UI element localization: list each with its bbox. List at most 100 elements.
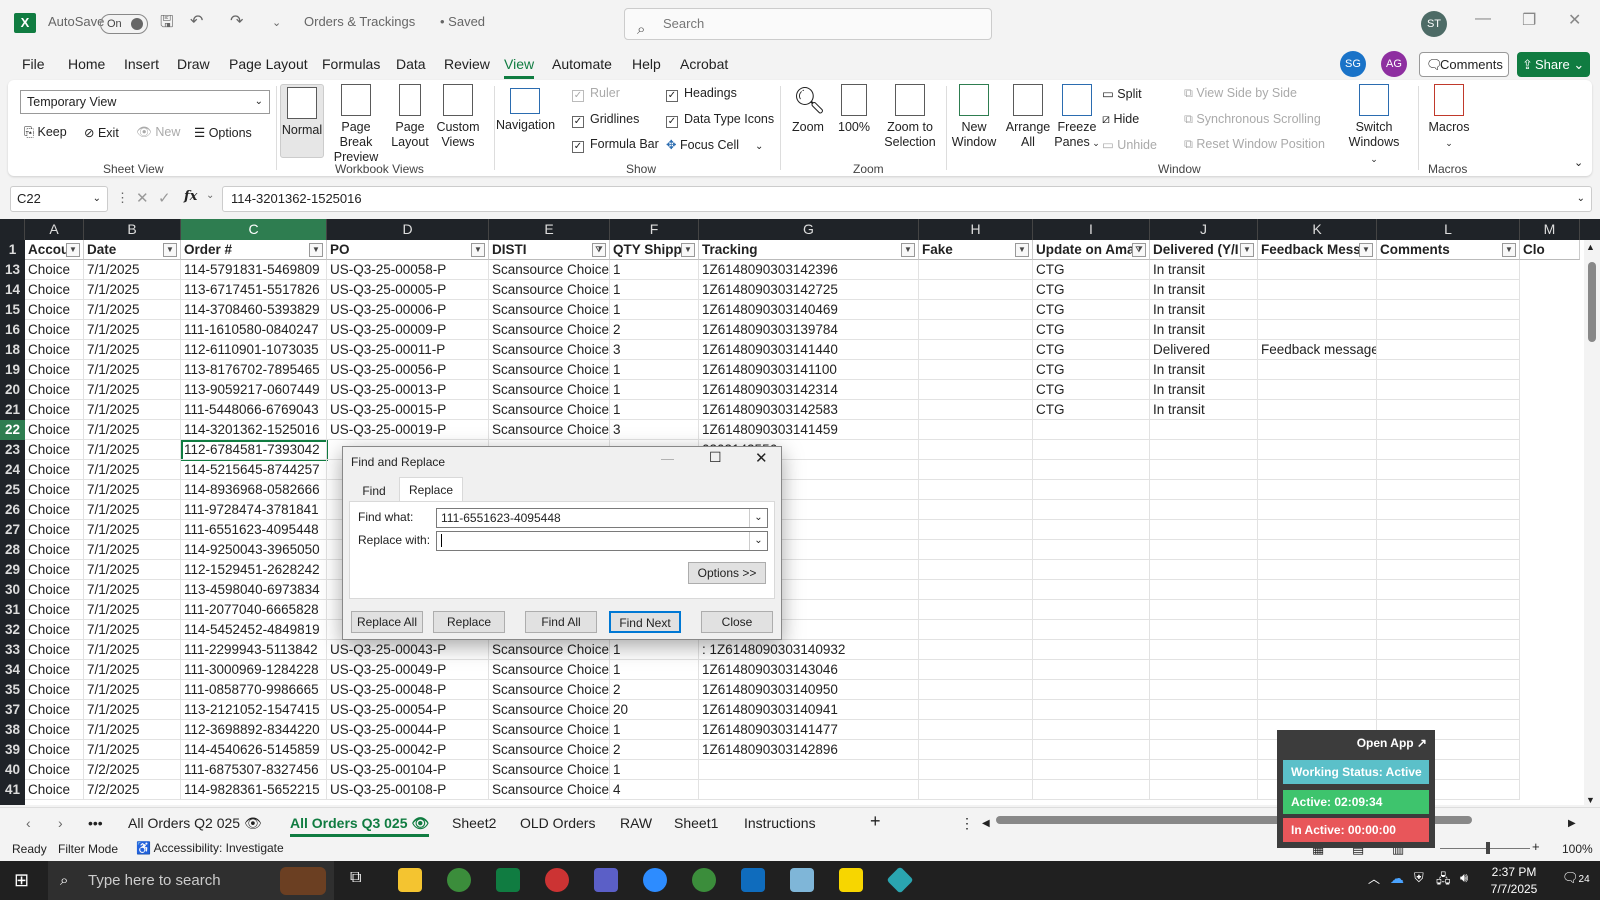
cell[interactable] — [1258, 480, 1377, 500]
row-header[interactable]: 29 — [0, 560, 25, 580]
undo-icon[interactable]: ↶ — [190, 11, 203, 31]
cell[interactable]: 114-5452452-4849819 — [181, 620, 327, 640]
cell[interactable] — [919, 280, 1033, 300]
outlook-icon[interactable] — [741, 868, 765, 892]
cell[interactable]: Choice — [25, 340, 84, 360]
options-button[interactable]: Options >> — [688, 562, 766, 584]
cell[interactable]: 7/1/2025 — [84, 580, 181, 600]
filter-dropdown-icon[interactable]: ▼ — [471, 243, 485, 257]
cell[interactable]: Choice — [25, 720, 84, 740]
redo-icon[interactable]: ↷ — [230, 11, 243, 31]
cell[interactable]: US-Q3-25-00104-P — [327, 760, 489, 780]
cell[interactable]: US-Q3-25-00108-P — [327, 780, 489, 800]
windows-start-icon[interactable]: ⊞ — [14, 870, 29, 891]
cell[interactable]: 114-9250043-3965050 — [181, 540, 327, 560]
security-icon[interactable]: ⛨ — [1414, 870, 1424, 886]
row-header[interactable]: 22 — [0, 420, 25, 440]
cell[interactable] — [1150, 640, 1258, 660]
page-break-preview-button[interactable]: Page Break Preview — [326, 84, 386, 165]
cell[interactable] — [1033, 780, 1150, 800]
cell[interactable]: Delivered — [1150, 340, 1258, 360]
sheet-tab[interactable]: Sheet2 — [452, 815, 496, 831]
cell[interactable] — [1033, 620, 1150, 640]
header-cell[interactable]: Feedback Messa ▼ — [1258, 240, 1377, 260]
column-header-a[interactable]: A — [25, 219, 84, 240]
cell[interactable] — [1150, 680, 1258, 700]
column-header-j[interactable]: J — [1150, 219, 1258, 240]
excel-icon[interactable] — [496, 868, 520, 892]
cell[interactable] — [1150, 740, 1258, 760]
zoom-slider[interactable] — [1440, 848, 1530, 849]
cell[interactable]: 7/1/2025 — [84, 720, 181, 740]
cell[interactable]: Choice — [25, 300, 84, 320]
cell[interactable]: Scansource Choice — [489, 400, 610, 420]
sheet-tab[interactable]: Sheet1 — [674, 815, 718, 831]
cell[interactable] — [1377, 640, 1520, 660]
insert-function-button[interactable]: fx — [184, 189, 197, 204]
header-cell[interactable]: PO ▼ — [327, 240, 489, 260]
cell[interactable]: 3 — [610, 340, 699, 360]
cell[interactable]: Scansource Choice — [489, 260, 610, 280]
column-header-e[interactable]: E — [489, 219, 610, 240]
row-header[interactable]: 30 — [0, 580, 25, 600]
cell[interactable] — [1258, 360, 1377, 380]
cell[interactable]: 112-6110901-1073035 — [181, 340, 327, 360]
cell[interactable]: 20 — [610, 700, 699, 720]
cell[interactable] — [1258, 580, 1377, 600]
tab-view[interactable]: View — [504, 56, 535, 79]
row-header[interactable]: 21 — [0, 400, 25, 420]
zoom-button[interactable]: 🔍︎ Zoom — [790, 84, 826, 135]
filter-dropdown-icon[interactable]: ▼ — [901, 243, 915, 257]
cell[interactable]: 1Z6148090303142583 — [699, 400, 919, 420]
header-cell[interactable]: Order # ▼ — [181, 240, 327, 260]
cell[interactable]: In transit — [1150, 380, 1258, 400]
cell[interactable]: 1 — [610, 380, 699, 400]
collapse-ribbon-icon[interactable]: ⌄ — [1574, 156, 1583, 169]
sheet-tab-active[interactable]: All Orders Q3 025 👁 — [290, 815, 430, 837]
document-title[interactable]: Orders & Trackings — [304, 14, 415, 29]
tab-draw[interactable]: Draw — [177, 56, 210, 72]
cell[interactable]: Choice — [25, 440, 84, 460]
close-window-icon[interactable]: ✕ — [1568, 10, 1581, 30]
tab-find[interactable]: Find — [351, 481, 397, 501]
cell[interactable]: 1 — [610, 640, 699, 660]
task-view-icon[interactable]: ⧉ — [350, 869, 361, 887]
cell[interactable]: Choice — [25, 680, 84, 700]
tab-help[interactable]: Help — [632, 56, 661, 72]
cell[interactable]: 3 — [610, 420, 699, 440]
cell[interactable]: Scansource Choice — [489, 380, 610, 400]
file-explorer-icon[interactable] — [398, 868, 422, 892]
filter-dropdown-icon[interactable]: ▼ — [1359, 243, 1373, 257]
cell[interactable]: US-Q3-25-00054-P — [327, 700, 489, 720]
row-header[interactable]: 14 — [0, 280, 25, 300]
row-header[interactable]: 26 — [0, 500, 25, 520]
cell[interactable]: 7/1/2025 — [84, 540, 181, 560]
header-cell[interactable]: Tracking ▼ — [699, 240, 919, 260]
cell[interactable] — [1033, 560, 1150, 580]
cell[interactable]: Choice — [25, 600, 84, 620]
cell[interactable]: 111-2077040-6665828 — [181, 600, 327, 620]
column-header-g[interactable]: G — [699, 219, 919, 240]
cell[interactable]: Scansource Choice — [489, 280, 610, 300]
open-app-link[interactable]: Open App ↗ — [1357, 736, 1427, 750]
more-options-icon[interactable]: ⋮ — [116, 190, 129, 206]
chevron-down-icon[interactable]: ⌄ — [749, 532, 767, 550]
cell[interactable]: 1 — [610, 720, 699, 740]
cell[interactable] — [1150, 460, 1258, 480]
cell[interactable] — [1377, 480, 1520, 500]
sheet-tab[interactable]: RAW — [620, 815, 652, 831]
cell[interactable] — [919, 760, 1033, 780]
cell[interactable] — [919, 600, 1033, 620]
cell[interactable]: Scansource Choice — [489, 420, 610, 440]
normal-view-button[interactable]: Normal — [280, 84, 324, 158]
cell[interactable] — [1150, 720, 1258, 740]
cell[interactable] — [919, 300, 1033, 320]
cell[interactable]: US-Q3-25-00019-P — [327, 420, 489, 440]
scroll-right-icon[interactable]: ▶ — [1568, 818, 1576, 829]
cell[interactable]: 111-1610580-0840247 — [181, 320, 327, 340]
find-next-button[interactable]: Find Next — [609, 611, 681, 633]
chrome-profile-icon[interactable] — [545, 868, 569, 892]
cell[interactable]: CTG — [1033, 340, 1150, 360]
cell[interactable]: US-Q3-25-00006-P — [327, 300, 489, 320]
cell[interactable]: US-Q3-25-00056-P — [327, 360, 489, 380]
